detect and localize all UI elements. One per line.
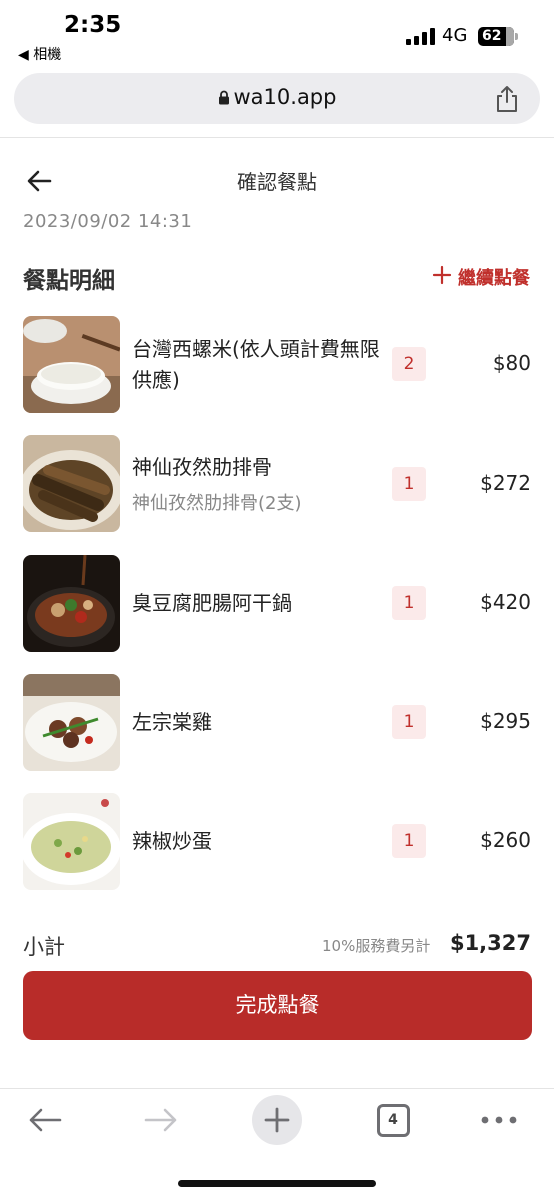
address-bar[interactable]: wa10.app — [14, 73, 540, 124]
item-name: 左宗棠雞 — [132, 710, 212, 734]
item-price: $260 — [480, 828, 531, 852]
lock-icon — [218, 86, 230, 105]
cellular-signal-icon — [406, 28, 435, 45]
battery-level: 62 — [482, 28, 502, 44]
food-image-rice — [23, 316, 120, 413]
food-image-egg — [23, 793, 120, 890]
list-item: 臭豆腐肥腸阿干鍋 1 $420 — [0, 555, 554, 655]
battery-icon: 62 — [478, 27, 514, 46]
service-charge-note: 10%服務費另計 — [322, 937, 431, 955]
plus-icon — [252, 1095, 302, 1145]
browser-back-icon[interactable] — [20, 1096, 70, 1144]
quantity-badge: 1 — [392, 467, 426, 501]
continue-ordering-button[interactable]: 繼續點餐 — [432, 264, 530, 290]
quantity-badge: 1 — [392, 586, 426, 620]
food-image-hotpot — [23, 555, 120, 652]
quantity-badge: 1 — [392, 824, 426, 858]
item-name: 台灣西螺米(依人頭計費無限供應) — [132, 337, 380, 392]
clock: 2:35 — [64, 12, 122, 38]
item-price: $295 — [480, 709, 531, 733]
item-option: 神仙孜然肋排骨(2支) — [132, 493, 302, 514]
list-item: 左宗棠雞 1 $295 — [0, 674, 554, 774]
back-to-app-link[interactable]: ◀ 相機 — [18, 44, 61, 64]
divider — [0, 137, 554, 138]
home-indicator — [178, 1180, 376, 1187]
complete-order-button[interactable]: 完成點餐 — [23, 971, 532, 1040]
item-name: 辣椒炒蛋 — [132, 829, 212, 853]
tabs-button[interactable]: 4 — [368, 1096, 418, 1144]
quantity-badge: 2 — [392, 347, 426, 381]
more-icon[interactable] — [474, 1096, 524, 1144]
item-price: $272 — [480, 471, 531, 495]
item-name: 臭豆腐肥腸阿干鍋 — [132, 591, 292, 615]
new-tab-button[interactable] — [252, 1095, 302, 1145]
divider — [0, 1088, 554, 1089]
browser-forward-icon[interactable] — [136, 1096, 186, 1144]
plus-icon — [432, 265, 452, 290]
section-title: 餐點明細 — [23, 268, 115, 294]
status-bar: 2:35 ◀ 相機 4G 62 — [0, 0, 554, 66]
url-text: wa10.app — [233, 85, 337, 109]
network-type: 4G — [442, 25, 468, 46]
tab-count: 4 — [376, 1103, 410, 1137]
item-name: 神仙孜然肋排骨 — [132, 455, 272, 479]
item-price: $80 — [492, 351, 531, 375]
list-item: 神仙孜然肋排骨 神仙孜然肋排骨(2支) 1 $272 — [0, 435, 554, 535]
subtotal-label: 小計 — [23, 935, 65, 959]
food-image-ribs — [23, 435, 120, 532]
list-item: 台灣西螺米(依人頭計費無限供應) 2 $80 — [0, 316, 554, 416]
quantity-badge: 1 — [392, 705, 426, 739]
page-title: 確認餐點 — [237, 170, 317, 194]
share-icon[interactable] — [494, 85, 520, 113]
item-price: $420 — [480, 590, 531, 614]
food-image-chicken — [23, 674, 120, 771]
subtotal-value: $1,327 — [449, 931, 531, 955]
order-timestamp: 2023/09/02 14:31 — [23, 211, 193, 232]
list-item: 辣椒炒蛋 1 $260 — [0, 793, 554, 893]
continue-ordering-label: 繼續點餐 — [458, 268, 530, 289]
